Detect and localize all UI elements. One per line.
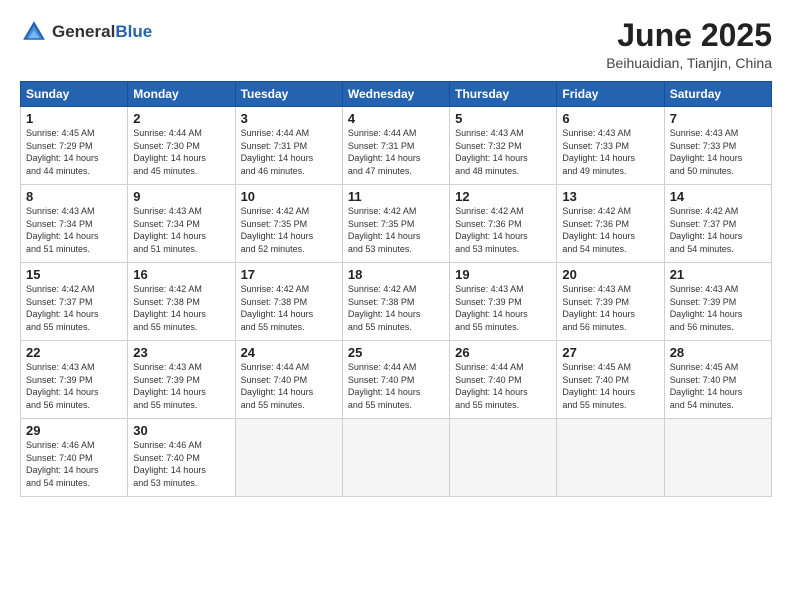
calendar-cell-3: 3Sunrise: 4:44 AMSunset: 7:31 PMDaylight… (235, 107, 342, 185)
logo-blue: Blue (115, 23, 152, 42)
calendar-cell-1: 1Sunrise: 4:45 AMSunset: 7:29 PMDaylight… (21, 107, 128, 185)
logo-text: General Blue (52, 23, 152, 42)
calendar-cell-22: 22Sunrise: 4:43 AMSunset: 7:39 PMDayligh… (21, 341, 128, 419)
calendar-cell-21: 21Sunrise: 4:43 AMSunset: 7:39 PMDayligh… (664, 263, 771, 341)
header: General Blue June 2025 Beihuaidian, Tian… (20, 18, 772, 71)
col-saturday: Saturday (664, 82, 771, 107)
calendar-cell-7: 7Sunrise: 4:43 AMSunset: 7:33 PMDaylight… (664, 107, 771, 185)
calendar-cell-empty (450, 419, 557, 497)
col-tuesday: Tuesday (235, 82, 342, 107)
calendar-cell-23: 23Sunrise: 4:43 AMSunset: 7:39 PMDayligh… (128, 341, 235, 419)
calendar-cell-empty (664, 419, 771, 497)
calendar-title: June 2025 (606, 18, 772, 53)
calendar-cell-empty (557, 419, 664, 497)
calendar-cell-20: 20Sunrise: 4:43 AMSunset: 7:39 PMDayligh… (557, 263, 664, 341)
header-row: Sunday Monday Tuesday Wednesday Thursday… (21, 82, 772, 107)
logo: General Blue (20, 18, 152, 46)
calendar-cell-17: 17Sunrise: 4:42 AMSunset: 7:38 PMDayligh… (235, 263, 342, 341)
calendar-cell-18: 18Sunrise: 4:42 AMSunset: 7:38 PMDayligh… (342, 263, 449, 341)
calendar-cell-15: 15Sunrise: 4:42 AMSunset: 7:37 PMDayligh… (21, 263, 128, 341)
calendar-cell-26: 26Sunrise: 4:44 AMSunset: 7:40 PMDayligh… (450, 341, 557, 419)
logo-general: General (52, 23, 115, 42)
calendar-subtitle: Beihuaidian, Tianjin, China (606, 55, 772, 71)
calendar-cell-29: 29Sunrise: 4:46 AMSunset: 7:40 PMDayligh… (21, 419, 128, 497)
calendar-cell-19: 19Sunrise: 4:43 AMSunset: 7:39 PMDayligh… (450, 263, 557, 341)
calendar-cell-4: 4Sunrise: 4:44 AMSunset: 7:31 PMDaylight… (342, 107, 449, 185)
calendar-cell-25: 25Sunrise: 4:44 AMSunset: 7:40 PMDayligh… (342, 341, 449, 419)
calendar-cell-2: 2Sunrise: 4:44 AMSunset: 7:30 PMDaylight… (128, 107, 235, 185)
title-block: June 2025 Beihuaidian, Tianjin, China (606, 18, 772, 71)
calendar-cell-8: 8Sunrise: 4:43 AMSunset: 7:34 PMDaylight… (21, 185, 128, 263)
calendar-cell-16: 16Sunrise: 4:42 AMSunset: 7:38 PMDayligh… (128, 263, 235, 341)
calendar-page: General Blue June 2025 Beihuaidian, Tian… (0, 0, 792, 612)
calendar-cell-24: 24Sunrise: 4:44 AMSunset: 7:40 PMDayligh… (235, 341, 342, 419)
col-friday: Friday (557, 82, 664, 107)
calendar-cell-5: 5Sunrise: 4:43 AMSunset: 7:32 PMDaylight… (450, 107, 557, 185)
col-wednesday: Wednesday (342, 82, 449, 107)
calendar-cell-28: 28Sunrise: 4:45 AMSunset: 7:40 PMDayligh… (664, 341, 771, 419)
calendar-cell-9: 9Sunrise: 4:43 AMSunset: 7:34 PMDaylight… (128, 185, 235, 263)
logo-icon (20, 18, 48, 46)
calendar-cell-6: 6Sunrise: 4:43 AMSunset: 7:33 PMDaylight… (557, 107, 664, 185)
calendar-cell-11: 11Sunrise: 4:42 AMSunset: 7:35 PMDayligh… (342, 185, 449, 263)
calendar-cell-empty (342, 419, 449, 497)
calendar-cell-13: 13Sunrise: 4:42 AMSunset: 7:36 PMDayligh… (557, 185, 664, 263)
col-monday: Monday (128, 82, 235, 107)
col-thursday: Thursday (450, 82, 557, 107)
col-sunday: Sunday (21, 82, 128, 107)
calendar-cell-27: 27Sunrise: 4:45 AMSunset: 7:40 PMDayligh… (557, 341, 664, 419)
calendar-cell-empty (235, 419, 342, 497)
calendar-cell-14: 14Sunrise: 4:42 AMSunset: 7:37 PMDayligh… (664, 185, 771, 263)
calendar-cell-12: 12Sunrise: 4:42 AMSunset: 7:36 PMDayligh… (450, 185, 557, 263)
calendar-table: Sunday Monday Tuesday Wednesday Thursday… (20, 81, 772, 497)
calendar-cell-10: 10Sunrise: 4:42 AMSunset: 7:35 PMDayligh… (235, 185, 342, 263)
calendar-cell-30: 30Sunrise: 4:46 AMSunset: 7:40 PMDayligh… (128, 419, 235, 497)
